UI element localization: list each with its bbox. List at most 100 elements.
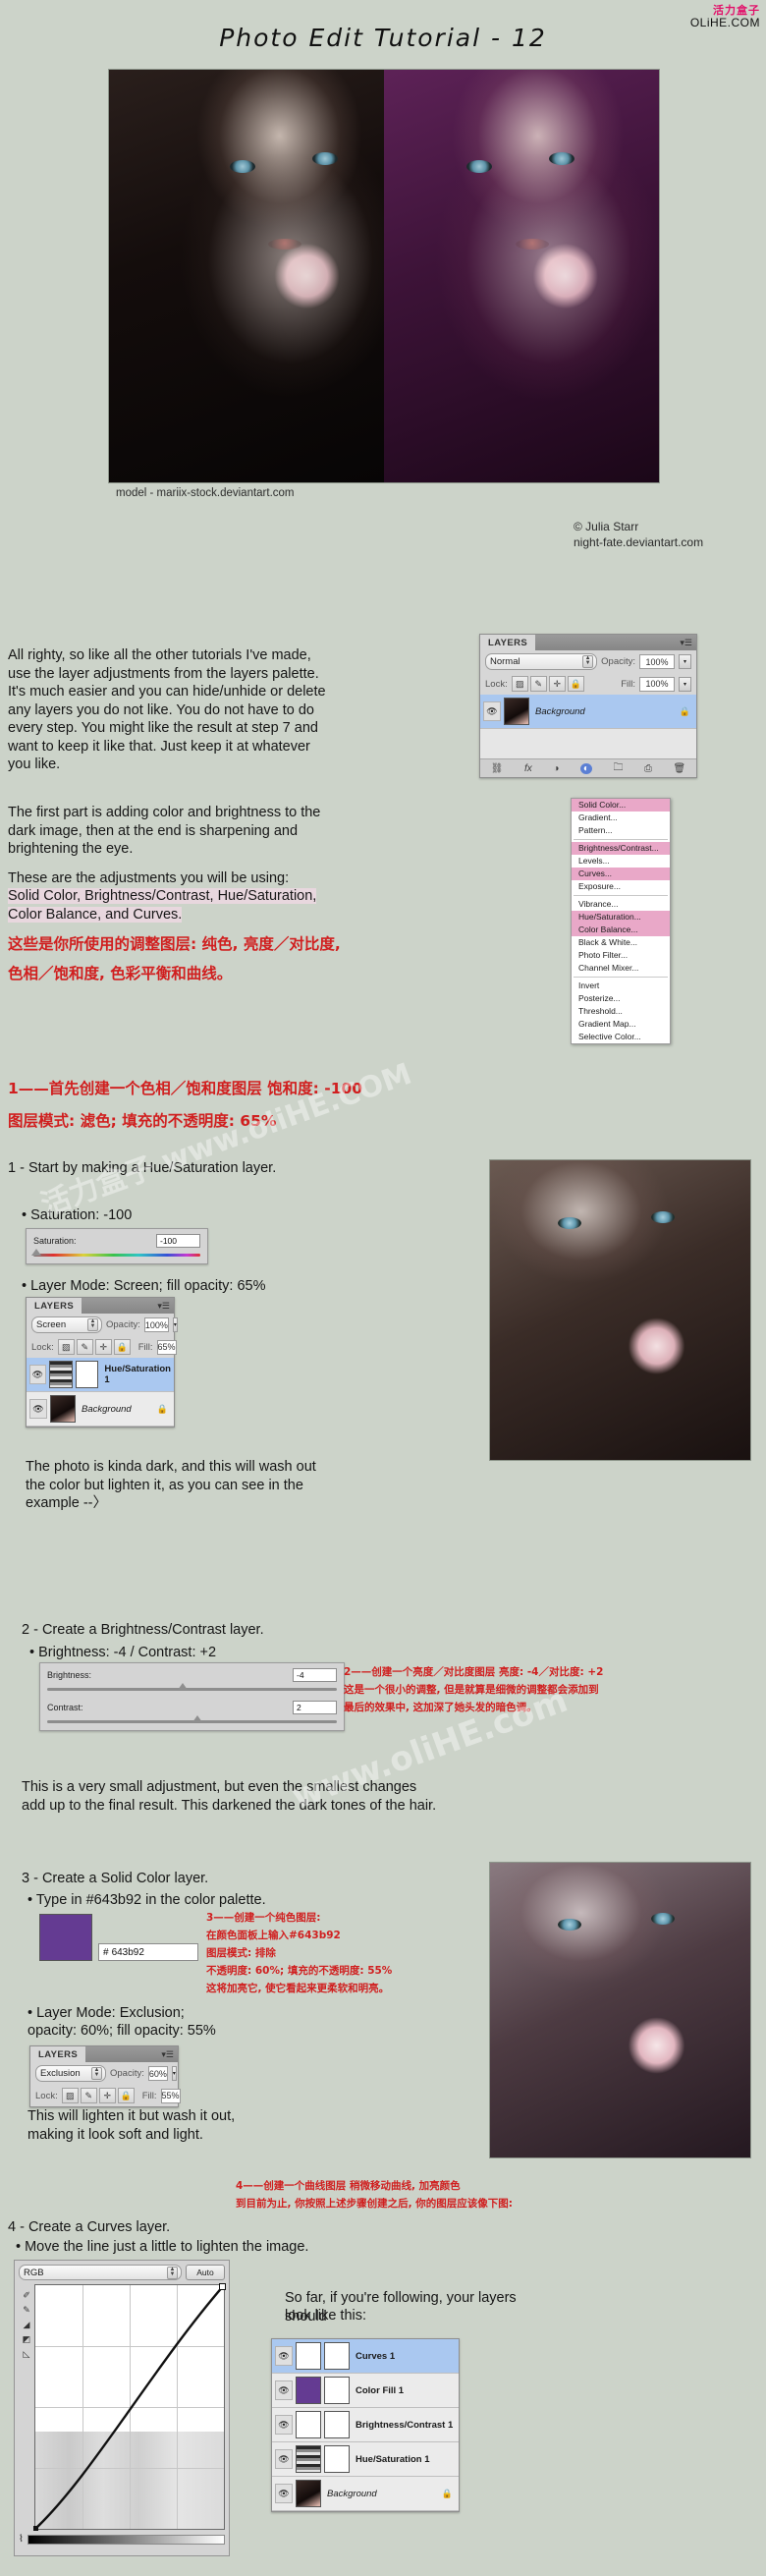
pencil-icon[interactable]: ✎ xyxy=(23,2305,30,2316)
layers-palette-intro[interactable]: LAYERS ▾☰ Normal ▲ ▼ Opacity: 100% ▾ Lock… xyxy=(479,634,697,778)
lock-position-icon[interactable]: ✛ xyxy=(94,1339,112,1355)
menu-item[interactable]: Selective Color... xyxy=(572,1031,670,1043)
lock-transparency-icon[interactable]: ▨ xyxy=(511,676,528,692)
new-group-icon[interactable]: 🗀 xyxy=(613,760,623,777)
layers-tab[interactable]: LAYERS xyxy=(480,635,536,650)
fill-input[interactable]: 55% xyxy=(160,2088,181,2103)
chevron-updown-icon[interactable]: ▲ ▼ xyxy=(167,2266,178,2279)
hex-value[interactable]: 643b92 xyxy=(112,1947,144,1958)
chevron-updown-icon[interactable]: ▲ ▼ xyxy=(582,655,594,668)
fx-icon[interactable]: fx xyxy=(524,763,532,774)
panel-menu-icon[interactable]: ▾☰ xyxy=(161,2049,174,2060)
hue-saturation-dialog[interactable]: Saturation: -100 xyxy=(26,1228,208,1264)
layers-tab[interactable]: LAYERS xyxy=(27,1298,82,1314)
eye-icon[interactable]: 👁 xyxy=(275,2449,293,2469)
lock-all-icon[interactable]: 🔒 xyxy=(117,2088,135,2103)
menu-item[interactable]: Black & White... xyxy=(572,936,670,949)
new-adjustment-layer-icon[interactable]: ◐ xyxy=(579,762,592,774)
layers-palette-step3[interactable]: LAYERS ▾☰ Exclusion ▲ ▼ Opacity: 60% ▾ Lo… xyxy=(29,2045,181,2107)
brightness-slider-track[interactable] xyxy=(47,1683,337,1691)
blend-mode-select[interactable]: Screen ▲ ▼ xyxy=(31,1316,102,1333)
opacity-input[interactable]: 60% xyxy=(147,2066,168,2081)
contrast-slider-thumb[interactable] xyxy=(192,1715,202,1722)
opacity-input[interactable]: 100% xyxy=(143,1317,169,1332)
auto-button[interactable]: Auto xyxy=(186,2265,225,2280)
curve-point-black[interactable] xyxy=(33,2526,38,2531)
saturation-slider-track[interactable] xyxy=(31,1249,200,1257)
menu-item[interactable]: Invert xyxy=(572,980,670,992)
curve-line[interactable] xyxy=(35,2285,224,2529)
menu-item[interactable]: Gradient Map... xyxy=(572,1018,670,1031)
opacity-chevron-down-icon[interactable]: ▾ xyxy=(679,654,691,669)
layers-palette-step1[interactable]: LAYERS ▾☰ Screen ▲ ▼ Opacity: 100% ▾ Lock… xyxy=(26,1297,178,1428)
white-point-icon[interactable]: ◺ xyxy=(24,2349,30,2360)
brightness-slider-thumb[interactable] xyxy=(177,1683,188,1690)
menu-item[interactable]: Channel Mixer... xyxy=(572,962,670,975)
menu-item[interactable]: Posterize... xyxy=(572,992,670,1005)
layers-tab[interactable]: LAYERS xyxy=(30,2046,86,2062)
layer-row[interactable]: 👁 Hue/Saturation 1 xyxy=(272,2442,459,2477)
contrast-input[interactable]: 2 xyxy=(293,1701,337,1714)
hex-field[interactable]: # 643b92 xyxy=(98,1943,198,1961)
fill-input[interactable]: 65% xyxy=(156,1339,177,1355)
lock-position-icon[interactable]: ✛ xyxy=(98,2088,116,2103)
new-adjustment-layer-menu[interactable]: Solid Color... Gradient... Pattern... Brigh… xyxy=(571,798,671,1044)
lock-transparency-icon[interactable]: ▨ xyxy=(61,2088,79,2103)
layer-row[interactable]: 👁 Background 🔒 xyxy=(272,2477,459,2511)
add-mask-icon[interactable]: ◑ xyxy=(553,763,559,774)
color-swatch[interactable] xyxy=(39,1914,92,1961)
curves-graph[interactable] xyxy=(33,2283,226,2531)
menu-item[interactable]: Hue/Saturation... xyxy=(572,911,670,924)
channel-select[interactable]: RGB ▲ ▼ xyxy=(19,2265,182,2280)
eye-icon[interactable]: 👁 xyxy=(29,1365,46,1384)
menu-item[interactable]: Solid Color... xyxy=(572,799,670,812)
eye-icon[interactable]: 👁 xyxy=(483,701,501,721)
saturation-slider-thumb[interactable] xyxy=(31,1249,41,1256)
menu-item[interactable]: Threshold... xyxy=(572,1005,670,1018)
menu-item[interactable]: Curves... xyxy=(572,868,670,880)
menu-item[interactable]: Color Balance... xyxy=(572,924,670,936)
black-point-icon[interactable]: ◢ xyxy=(24,2320,30,2330)
lock-all-icon[interactable]: 🔒 xyxy=(567,676,584,692)
eye-icon[interactable]: 👁 xyxy=(275,2484,293,2503)
chevron-updown-icon[interactable]: ▲ ▼ xyxy=(87,1318,98,1331)
curves-dialog[interactable]: RGB ▲ ▼ Auto ✐ ✎ ◢ ◩ ◺ ⌇ xyxy=(14,2260,230,2556)
contrast-slider-track[interactable] xyxy=(47,1715,337,1723)
blend-mode-select[interactable]: Exclusion ▲ ▼ xyxy=(35,2065,106,2082)
gray-point-icon[interactable]: ◩ xyxy=(23,2334,31,2345)
menu-item[interactable]: Levels... xyxy=(572,855,670,868)
delete-layer-icon[interactable]: 🗑 xyxy=(674,763,686,774)
opacity-input[interactable]: 100% xyxy=(639,654,675,669)
eye-icon[interactable]: 👁 xyxy=(29,1399,47,1419)
eye-icon[interactable]: 👁 xyxy=(275,2380,293,2400)
layer-stack[interactable]: 👁 Curves 1 👁 Color Fill 1 👁 Brightness/Contra… xyxy=(272,2339,459,2511)
menu-item[interactable]: Exposure... xyxy=(572,880,670,893)
menu-item[interactable]: Vibrance... xyxy=(572,898,670,911)
curve-mode-icon[interactable]: ⌇ xyxy=(19,2534,24,2545)
layer-row-background[interactable]: 👁 Background 🔒 xyxy=(480,695,696,729)
final-layers-palette[interactable]: 👁 Curves 1 👁 Color Fill 1 👁 Brightness/Contra… xyxy=(271,2338,460,2512)
fill-input[interactable]: 100% xyxy=(639,676,675,692)
chevron-updown-icon[interactable]: ▲ ▼ xyxy=(91,2067,102,2080)
saturation-input[interactable]: -100 xyxy=(156,1234,200,1248)
lock-paint-icon[interactable]: ✎ xyxy=(80,2088,97,2103)
lock-paint-icon[interactable]: ✎ xyxy=(76,1339,93,1355)
opacity-chevron-down-icon[interactable]: ▾ xyxy=(171,2066,177,2081)
fill-chevron-down-icon[interactable]: ▾ xyxy=(679,676,691,692)
layer-row[interactable]: 👁 Curves 1 xyxy=(272,2339,459,2374)
menu-item[interactable]: Pattern... xyxy=(572,824,670,837)
menu-item[interactable]: Photo Filter... xyxy=(572,949,670,962)
lock-transparency-icon[interactable]: ▨ xyxy=(57,1339,75,1355)
lock-position-icon[interactable]: ✛ xyxy=(548,676,566,692)
curves-toolbar[interactable]: ✐ ✎ ◢ ◩ ◺ xyxy=(19,2284,34,2530)
brightness-input[interactable]: -4 xyxy=(293,1668,337,1682)
menu-item[interactable]: Gradient... xyxy=(572,812,670,824)
panel-menu-icon[interactable]: ▾☰ xyxy=(157,1301,170,1312)
lock-all-icon[interactable]: 🔒 xyxy=(113,1339,131,1355)
brightness-contrast-dialog[interactable]: Brightness: -4 Contrast: 2 xyxy=(39,1662,345,1731)
curve-point-white[interactable] xyxy=(219,2283,226,2290)
layer-row-background[interactable]: 👁 Background 🔒 xyxy=(27,1392,174,1427)
eye-icon[interactable]: 👁 xyxy=(275,2346,293,2366)
lock-paint-icon[interactable]: ✎ xyxy=(529,676,547,692)
panel-menu-icon[interactable]: ▾☰ xyxy=(680,638,692,648)
